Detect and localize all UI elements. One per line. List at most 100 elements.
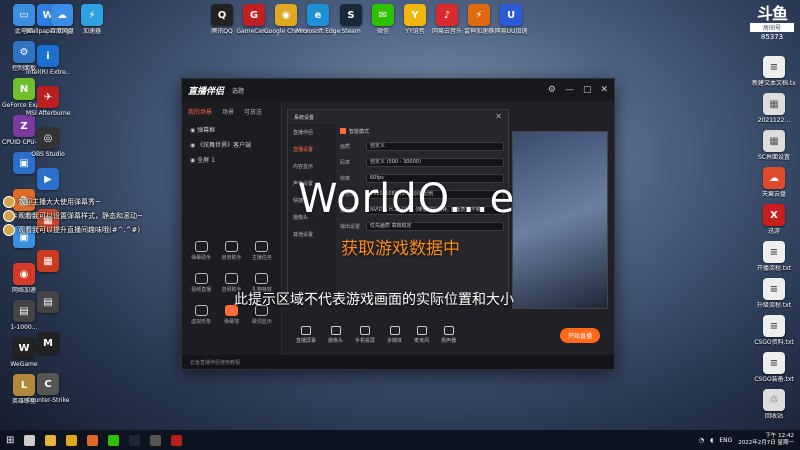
- shortcut-label: 1-1000...: [10, 324, 38, 331]
- tool-button[interactable]: 弹幕助手: [186, 241, 216, 261]
- tool-button[interactable]: 视频直播: [186, 273, 216, 293]
- app-icon: ▶: [37, 168, 59, 190]
- chrome-icon[interactable]: [66, 434, 78, 446]
- desktop-shortcut[interactable]: ▦: [26, 250, 70, 274]
- volume-icon[interactable]: ◖: [710, 437, 713, 444]
- shortcut-label: CSGO资料.txt: [754, 339, 794, 346]
- minimize-icon[interactable]: —: [565, 85, 574, 95]
- source-tool-button[interactable]: 扬声器: [441, 326, 456, 344]
- sidebar-tab[interactable]: 可放送: [244, 107, 262, 116]
- desktop-shortcut[interactable]: ▦ 2021122...: [752, 93, 796, 124]
- source-tool-button[interactable]: 麦克风: [414, 326, 429, 344]
- explorer-icon[interactable]: [45, 434, 57, 446]
- gamecenter-icon: G: [243, 4, 265, 26]
- tool-label: 虚拟形象: [191, 319, 212, 325]
- watermark-number: 85373: [760, 33, 784, 41]
- maximize-icon[interactable]: ▢: [583, 85, 592, 95]
- yy-icon: Y: [404, 4, 426, 26]
- taskbar-apps: [24, 434, 183, 446]
- watermark-sub: 房间号: [750, 23, 794, 32]
- shortcut-label: 网易UU加速: [494, 28, 528, 35]
- edge-icon: e: [307, 4, 329, 26]
- user-name[interactable]: 选题: [232, 86, 244, 95]
- chat-text: 欢迎主播大大使用弹幕秀~: [18, 198, 101, 206]
- dialog-nav-item[interactable]: 直播设置: [288, 141, 336, 158]
- douyu-icon[interactable]: [87, 434, 99, 446]
- shortcut-label: MSI Afterburner: [26, 110, 70, 117]
- status-text[interactable]: 云鱼直播伴侣使用教程: [190, 359, 240, 366]
- tool-button[interactable]: 虚拟形象: [186, 305, 216, 325]
- game-icon[interactable]: [171, 434, 183, 446]
- douyu-room-watermark: 斗鱼 房间号 85373: [750, 6, 794, 41]
- checkbox-icon[interactable]: [340, 128, 346, 134]
- tool-label: 主播任务: [251, 255, 272, 261]
- desktop-shortcut[interactable]: ≡ 开播流程.txt: [752, 241, 796, 272]
- desktop-shortcut[interactable]: ≡ CSGO资料.txt: [752, 315, 796, 346]
- tool-button[interactable]: 主播任务: [247, 241, 277, 261]
- source-tool-icon: [443, 326, 454, 335]
- tool-label: 房管助手: [221, 255, 242, 261]
- desktop-shortcut[interactable]: M: [26, 332, 70, 356]
- source-tool-button[interactable]: 手机投屏: [355, 326, 375, 344]
- desktop-shortcut[interactable]: ≡ 升级流程.txt: [752, 278, 796, 309]
- sidebar-tabs: 我的场景 场景 可放送: [182, 101, 281, 122]
- language-indicator[interactable]: ENG: [719, 437, 732, 444]
- clock[interactable]: 下午 12:42 2022年2月7日 星期一: [738, 433, 794, 447]
- start-stream-button[interactable]: 开始直播: [559, 327, 600, 343]
- source-tool-icon: [301, 326, 311, 335]
- source-tool-button[interactable]: 直播屏幕: [296, 326, 316, 344]
- clock-time: 下午 12:42: [765, 433, 794, 439]
- desktop-shortcut[interactable]: X 迅游: [752, 204, 796, 235]
- obs-icon[interactable]: [150, 434, 162, 446]
- scene-item[interactable]: ◉ 全屏 1: [182, 152, 281, 167]
- scene-item[interactable]: ◉ 弹幕框: [182, 122, 281, 137]
- shortcut-label: 迅游: [767, 228, 780, 235]
- field-label: 输出设置: [340, 223, 361, 230]
- source-tool-button[interactable]: 摄像头: [328, 326, 343, 344]
- preview-canvas[interactable]: [512, 131, 608, 309]
- desktop-shortcut[interactable]: ⚡ 加速器: [70, 4, 114, 35]
- settings-icon[interactable]: ⚙: [548, 85, 556, 95]
- dialog-close-icon[interactable]: ✕: [495, 112, 502, 121]
- desktop-shortcut[interactable]: ▦ SC界面设置: [752, 130, 796, 161]
- source-tool-icon: [389, 326, 400, 335]
- close-icon[interactable]: ✕: [600, 85, 608, 95]
- field-select[interactable]: 自定义: [366, 141, 504, 151]
- scene-item[interactable]: ◉ 《炫舞世界》客户端: [182, 137, 281, 152]
- desktop-shortcut[interactable]: ✈ MSI Afterburner: [26, 86, 70, 117]
- desktop-shortcut[interactable]: ▤: [26, 291, 70, 315]
- field-select[interactable]: 自定义 (500 - 30000): [366, 157, 504, 167]
- dialog-nav-item[interactable]: 内容显示: [288, 158, 336, 175]
- steam-icon[interactable]: [129, 434, 141, 446]
- desktop-shortcut[interactable]: U 网易UU加速: [489, 4, 533, 35]
- dialog-nav-item[interactable]: 其他设置: [288, 226, 336, 243]
- desktop-shortcut[interactable]: ▶: [26, 168, 70, 192]
- tool-icon: [224, 241, 238, 252]
- obs-icon: ◎: [37, 127, 59, 149]
- sidebar-tab[interactable]: 我的场景: [188, 107, 212, 116]
- desktop-shortcut[interactable]: ♲ 回收站: [752, 389, 796, 420]
- avatar: [3, 210, 15, 222]
- shortcut-label: 新建文本文档.txt: [752, 80, 796, 87]
- desktop-shortcut[interactable]: ◎ OBS Studio: [26, 127, 70, 158]
- desktop-shortcut[interactable]: i Intel(R) Extre...: [26, 45, 70, 76]
- smart-mode-label: 智能模式: [349, 128, 370, 135]
- wechat-icon: ✉: [372, 4, 394, 26]
- wifi-icon[interactable]: ◔: [699, 437, 704, 444]
- desktop-shortcut[interactable]: ☁ 天翼云盘: [752, 167, 796, 198]
- desktop-shortcut[interactable]: C Counter-Strike: [26, 373, 70, 404]
- sidebar-tab[interactable]: 场景: [222, 107, 234, 116]
- desktop-shortcut[interactable]: ≡ CSGO装备.txt: [752, 352, 796, 383]
- source-tool-button[interactable]: 多媒体: [387, 326, 402, 344]
- field-select[interactable]: 优先画质 高效稳定: [366, 221, 504, 231]
- smart-mode-row[interactable]: 智能模式: [340, 124, 504, 138]
- booster-icon: ⚡: [81, 4, 103, 26]
- dialog-nav-item[interactable]: 直播伴侣: [288, 124, 336, 141]
- wechat-icon[interactable]: [108, 434, 120, 446]
- desktop-shortcut[interactable]: ≡ 新建文本文档.txt: [752, 56, 796, 87]
- tool-button[interactable]: 房管助手: [216, 241, 246, 261]
- tool-icon: [194, 273, 208, 284]
- search-icon[interactable]: [24, 434, 36, 446]
- windows-start-icon[interactable]: ⊞: [6, 435, 14, 446]
- source-tool-icon: [360, 326, 371, 335]
